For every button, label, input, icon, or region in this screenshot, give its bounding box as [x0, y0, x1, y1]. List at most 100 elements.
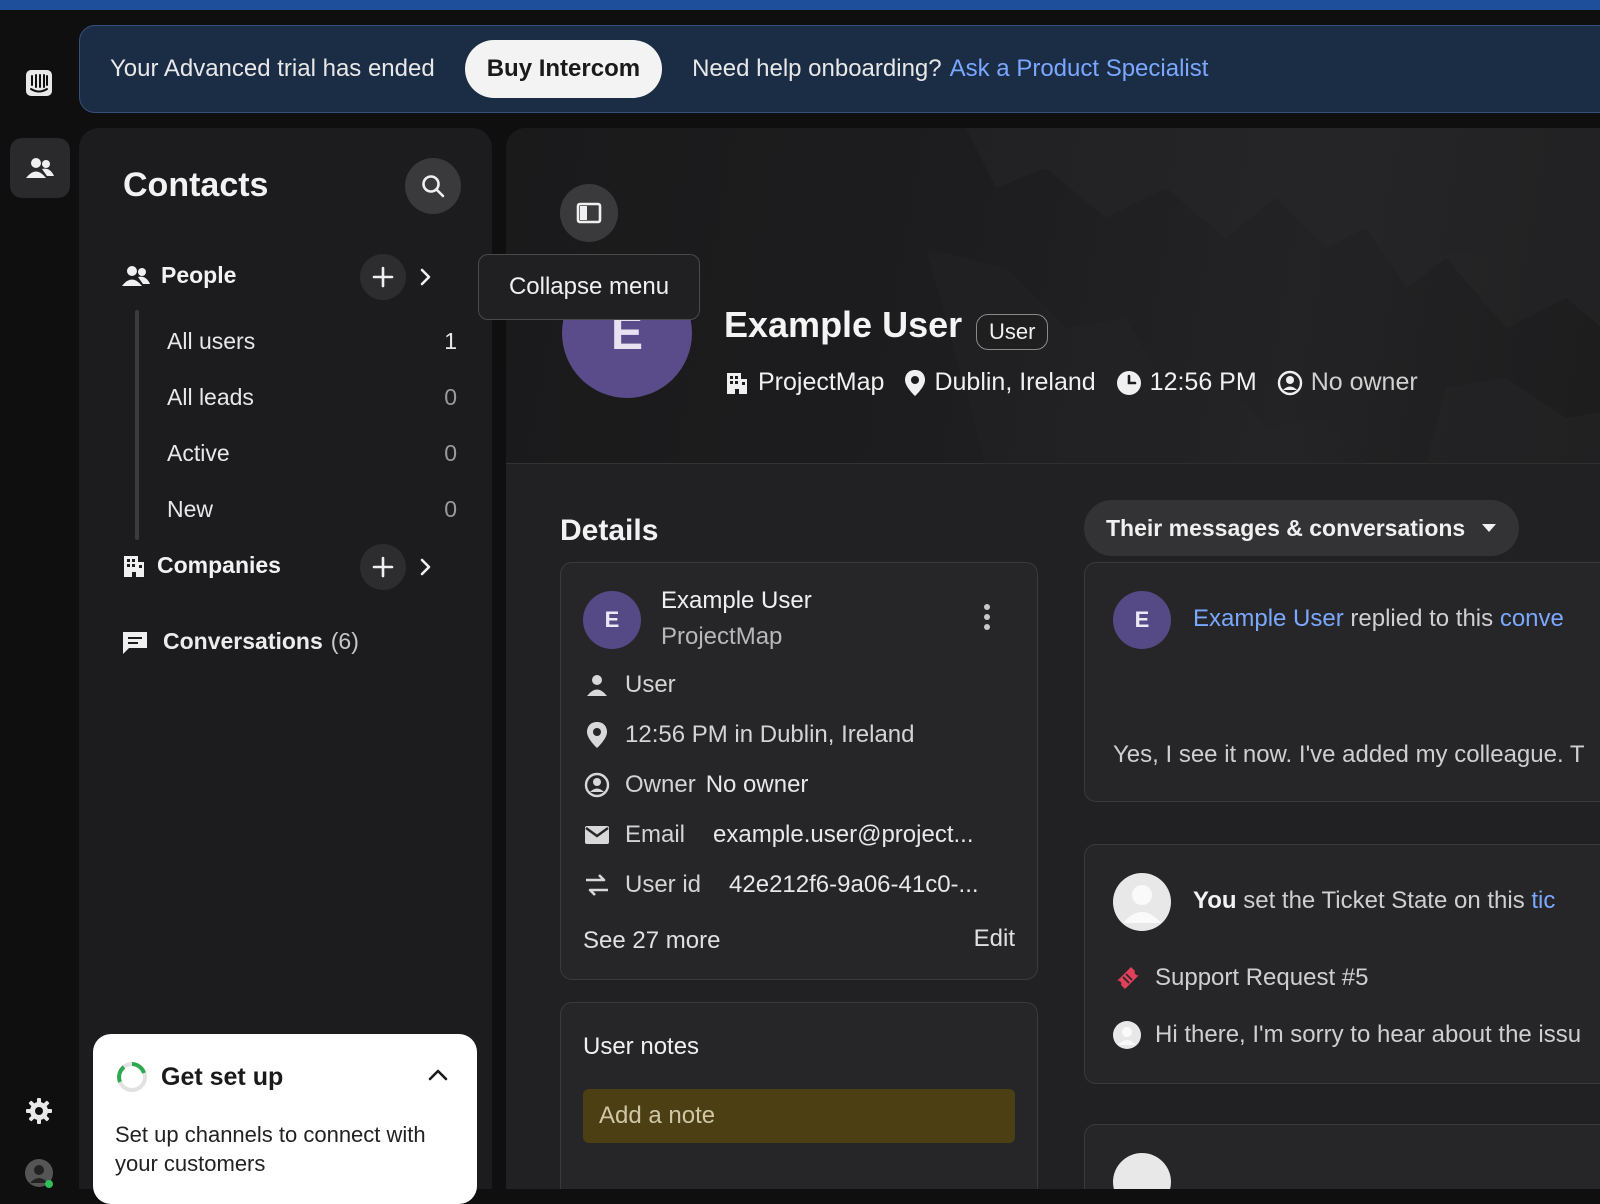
person-icon	[587, 675, 607, 696]
userid-value: 42e212f6-9a06-41c0-...	[729, 871, 979, 898]
location-text: Dublin, Ireland	[934, 368, 1096, 396]
local-time-location: 12:56 PM in Dublin, Ireland	[625, 721, 915, 748]
search-icon	[422, 175, 445, 198]
owner-value: No owner	[705, 771, 809, 798]
see-more-link[interactable]: See 27 more	[583, 927, 720, 955]
more-options-button[interactable]	[983, 603, 991, 636]
detail-row-location: 12:56 PM in Dublin, Ireland	[583, 721, 1023, 749]
people-section[interactable]: People	[121, 262, 236, 289]
detail-row-userid[interactable]: User id 42e212f6-9a06-41c0-...	[583, 871, 1023, 899]
trial-banner: Your Advanced trial has ended Buy Interc…	[79, 25, 1600, 113]
ticket-snippet: Hi there, I'm sorry to hear about the is…	[1155, 1021, 1582, 1048]
settings-gear-icon[interactable]	[24, 1096, 54, 1126]
user-notes-card: User notes	[560, 1002, 1038, 1189]
setup-header: Get set up	[115, 1060, 283, 1094]
intercom-logo-icon[interactable]	[24, 68, 54, 98]
progress-ring-icon	[117, 1062, 147, 1092]
contacts-sidebar: Contacts People All users 1 All leads 0 …	[79, 128, 492, 1189]
search-button[interactable]	[405, 158, 461, 214]
location-meta: Dublin, Ireland	[904, 368, 1096, 397]
plus-icon	[372, 556, 394, 578]
kebab-menu-icon	[984, 604, 990, 630]
userid-label: User id	[625, 871, 702, 898]
owner-meta[interactable]: No owner	[1277, 368, 1418, 397]
feed-item-reply[interactable]: E Example User replied to this conve Yes…	[1084, 562, 1600, 802]
ticket-icon	[1117, 967, 1139, 989]
item-count: 0	[444, 496, 457, 522]
conversations-label: Conversations	[163, 628, 323, 654]
owner-icon	[584, 772, 610, 798]
sidebar-item-all-leads[interactable]: All leads 0	[167, 384, 457, 411]
company-meta[interactable]: ProjectMap	[724, 368, 884, 397]
feed-filter-label: Their messages & conversations	[1106, 514, 1466, 541]
owner-text: No owner	[1310, 368, 1418, 396]
sidebar-item-all-users[interactable]: All users 1	[167, 328, 457, 355]
you-avatar-icon	[1113, 873, 1171, 931]
item-label: New	[167, 496, 214, 522]
ticket-name: Support Request #5	[1155, 964, 1369, 991]
detail-row-owner[interactable]: Owner No owner	[583, 771, 1023, 799]
trial-ended-text: Your Advanced trial has ended	[110, 55, 435, 82]
feed-item-ticket[interactable]: You set the Ticket State on this tic Sup…	[1084, 844, 1600, 1084]
feed-filter-dropdown[interactable]: Their messages & conversations	[1084, 500, 1520, 556]
profile-meta: ProjectMap Dublin, Ireland 12:56 PM No o…	[724, 368, 1438, 397]
owner-label: Owner	[625, 771, 696, 798]
item-count: 1	[444, 328, 457, 354]
item-count: 0	[444, 440, 457, 466]
company-name: ProjectMap	[758, 368, 885, 396]
app-rail	[0, 10, 78, 1189]
card-user-name[interactable]: Example User	[661, 587, 812, 615]
location-pin-icon	[905, 369, 926, 396]
top-accent-strip	[0, 0, 1600, 10]
item-label: All users	[167, 328, 256, 354]
ticket-link[interactable]: tic	[1531, 887, 1555, 914]
building-icon	[124, 555, 144, 577]
product-specialist-link[interactable]: Ask a Product Specialist	[950, 55, 1209, 83]
sidebar-item-active[interactable]: Active 0	[167, 440, 457, 467]
edit-details-button[interactable]: Edit	[974, 925, 1015, 953]
collapse-menu-button[interactable]	[560, 184, 618, 242]
detail-row-type: User	[583, 671, 1023, 699]
card-company-name[interactable]: ProjectMap	[661, 623, 782, 651]
detail-row-email[interactable]: Email example.user@project...	[583, 821, 1023, 849]
chevron-right-icon	[420, 558, 431, 576]
user-type-badge: User	[976, 314, 1049, 350]
add-note-input[interactable]	[583, 1089, 1015, 1143]
people-icon	[122, 265, 150, 286]
collapse-setup-button[interactable]	[427, 1068, 449, 1087]
feed-action-text: replied to this	[1350, 605, 1494, 632]
setup-title: Get set up	[161, 1062, 284, 1091]
feed-item-partial[interactable]	[1084, 1124, 1600, 1189]
sidebar-item-new[interactable]: New 0	[167, 496, 457, 523]
plus-icon	[372, 266, 394, 288]
conversation-link[interactable]: conve	[1500, 605, 1564, 632]
sidebar-item-conversations[interactable]: Conversations (6)	[121, 628, 359, 655]
card-avatar: E	[583, 591, 641, 649]
feed-message-snippet: Yes, I see it now. I've added my colleag…	[1113, 741, 1585, 768]
people-tree-line	[135, 310, 139, 540]
clock-icon	[1116, 370, 1141, 395]
profile-name[interactable]: Example User	[724, 304, 962, 346]
small-avatar-icon	[1113, 1021, 1141, 1049]
local-time-text: 12:56 PM	[1149, 368, 1257, 396]
email-label: Email	[625, 821, 686, 848]
get-set-up-card[interactable]: Get set up Set up channels to connect wi…	[93, 1034, 477, 1204]
buy-intercom-button[interactable]: Buy Intercom	[464, 40, 663, 98]
companies-expand-chevron[interactable]	[413, 555, 437, 579]
feed-avatar: E	[1113, 591, 1171, 649]
time-meta: 12:56 PM	[1116, 368, 1257, 397]
feed-actor-link[interactable]: Example User	[1193, 605, 1344, 632]
people-icon	[26, 158, 54, 178]
feed-actor: You	[1193, 887, 1237, 914]
item-label: Active	[167, 440, 230, 466]
add-person-button[interactable]	[360, 254, 406, 300]
contacts-nav-button[interactable]	[10, 138, 70, 198]
envelope-icon	[585, 826, 609, 844]
companies-section[interactable]: Companies	[121, 552, 281, 579]
add-company-button[interactable]	[360, 544, 406, 590]
people-expand-chevron[interactable]	[413, 265, 437, 289]
item-count: 0	[444, 384, 457, 410]
ticket-row[interactable]: Support Request #5	[1113, 963, 1368, 993]
user-avatar-icon[interactable]	[24, 1158, 54, 1188]
swap-arrows-icon	[586, 874, 608, 896]
